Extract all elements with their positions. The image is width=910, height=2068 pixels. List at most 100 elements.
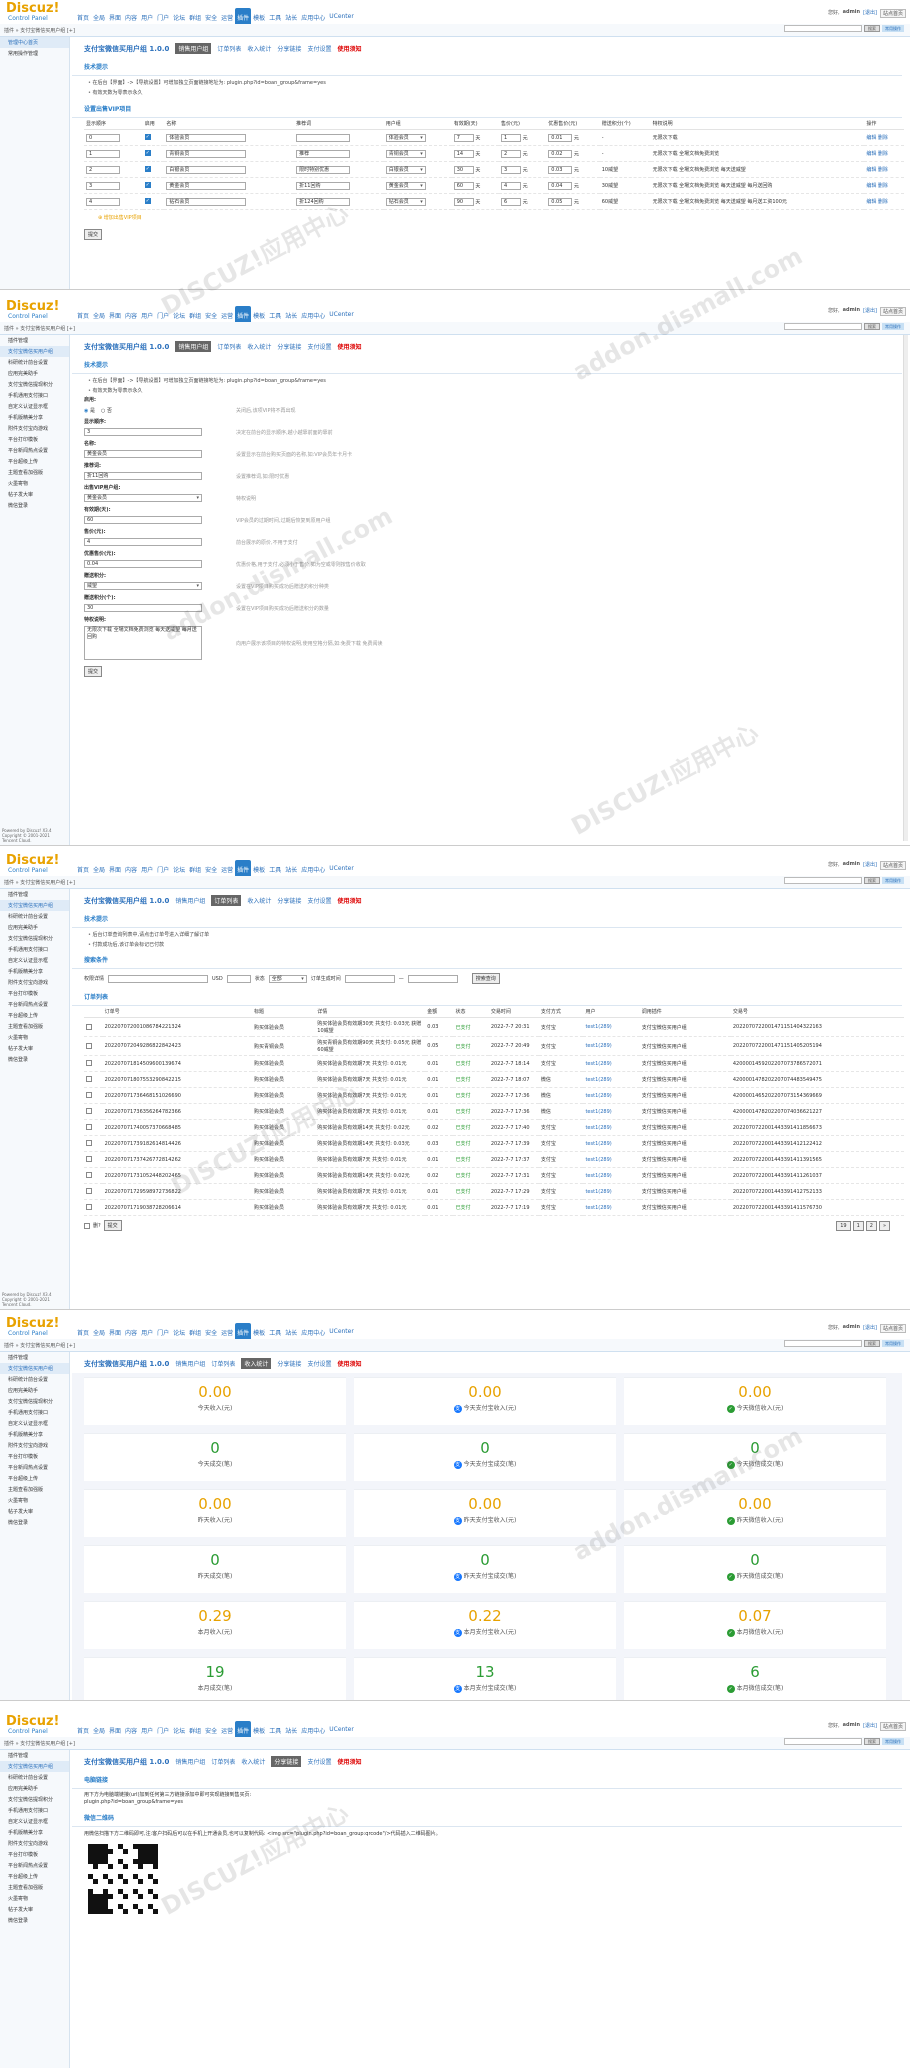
site-home-button[interactable]: 站点首页	[879, 9, 906, 18]
nav-item-9[interactable]: 运营	[219, 306, 235, 322]
discuz-logo[interactable]: Discuz! Control Panel	[6, 1715, 59, 1735]
common-ops-button[interactable]: 常用操作	[882, 25, 904, 32]
tab-3[interactable]: 分享链接	[277, 896, 301, 905]
sidebar-item[interactable]: 火墨寄物	[0, 1495, 69, 1506]
sidebar-item[interactable]: 平台新闻热点设置	[0, 1462, 69, 1473]
order-user[interactable]: test1(289)	[585, 1173, 611, 1179]
sale-price-input[interactable]: 0.04	[548, 181, 573, 190]
order-user[interactable]: test1(289)	[585, 1043, 611, 1049]
order-input[interactable]: 4	[86, 197, 120, 206]
nav-item-10[interactable]: 插件	[235, 1323, 252, 1339]
tab-0[interactable]: 销售用户组	[175, 896, 205, 905]
order-user[interactable]: test1(289)	[585, 1125, 611, 1131]
nav-item-2[interactable]: 界面	[107, 1721, 123, 1737]
date-from-input[interactable]	[344, 974, 395, 983]
tab-5[interactable]: 使用须知	[337, 896, 361, 905]
nav-item-7[interactable]: 群组	[187, 306, 203, 322]
tab-1[interactable]: 订单列表	[211, 895, 242, 906]
edit-link[interactable]: 编辑	[866, 167, 876, 173]
sidebar-item[interactable]: 支付宝微信提现积分	[0, 379, 69, 390]
nav-item-1[interactable]: 全局	[91, 8, 107, 24]
nav-item-8[interactable]: 安全	[203, 306, 219, 322]
enabled-checkbox[interactable]: ✓	[144, 198, 151, 205]
name-input[interactable]: 白银会员	[166, 165, 247, 174]
tab-2[interactable]: 收入统计	[247, 342, 271, 351]
submit-button[interactable]: 提交	[84, 666, 103, 677]
tab-1[interactable]: 订单列表	[211, 1359, 235, 1368]
recommend-input[interactable]: 推荐	[296, 149, 351, 158]
nav-item-1[interactable]: 全局	[91, 1721, 107, 1737]
sidebar-item[interactable]: 手机版精美分享	[0, 1429, 69, 1440]
row-checkbox[interactable]	[86, 1140, 92, 1147]
tab-1[interactable]: 订单列表	[217, 44, 241, 53]
nav-item-0[interactable]: 首页	[75, 1323, 91, 1339]
nav-item-5[interactable]: 门户	[155, 306, 171, 322]
sidebar-item[interactable]: 火墨寄物	[0, 1893, 69, 1904]
tab-1[interactable]: 订单列表	[217, 342, 241, 351]
sidebar-item[interactable]: 附件支付宝向游戏	[0, 977, 69, 988]
enabled-checkbox[interactable]: ✓	[144, 166, 151, 173]
page-link[interactable]: 2	[865, 1220, 877, 1231]
row-checkbox[interactable]	[86, 1108, 92, 1115]
search-button[interactable]: 搜索	[864, 25, 880, 32]
sidebar-item[interactable]: 帖子发大审	[0, 1043, 69, 1054]
tab-2[interactable]: 收入统计	[247, 896, 271, 905]
nav-item-10[interactable]: 插件	[235, 1721, 252, 1737]
order-user[interactable]: test1(289)	[585, 1189, 611, 1195]
nav-item-12[interactable]: 工具	[267, 1721, 283, 1737]
nav-item-13[interactable]: 站长	[283, 860, 299, 876]
edit-link[interactable]: 编辑	[866, 199, 876, 205]
group-select[interactable]: 黄金会员	[385, 181, 426, 190]
sidebar-item[interactable]: 手机版精美分享	[0, 1827, 69, 1838]
tab-5[interactable]: 使用须知	[337, 1359, 361, 1368]
sale-price-input[interactable]: 0.03	[548, 165, 573, 174]
nav-item-1[interactable]: 全局	[91, 306, 107, 322]
name-input[interactable]: 黄金会员	[166, 181, 247, 190]
row-checkbox[interactable]	[86, 1204, 92, 1211]
name-input[interactable]: 体验会员	[166, 133, 247, 142]
nav-item-14[interactable]: 应用中心	[299, 1323, 327, 1339]
nav-item-7[interactable]: 群组	[187, 1721, 203, 1737]
nav-item-15[interactable]: UCenter	[327, 1721, 356, 1737]
date-to-input[interactable]	[407, 974, 458, 983]
nav-item-14[interactable]: 应用中心	[299, 8, 327, 24]
scrollbar[interactable]	[903, 335, 908, 841]
group-select[interactable]: 青铜会员	[385, 149, 426, 158]
recommend-input[interactable]: 折124回购	[296, 197, 351, 206]
sidebar-item[interactable]: 手机版精美分享	[0, 412, 69, 423]
row-checkbox[interactable]	[86, 1188, 92, 1195]
nav-item-0[interactable]: 首页	[75, 8, 91, 24]
nav-item-4[interactable]: 用户	[139, 306, 155, 322]
sidebar-item[interactable]: 帖子发大审	[0, 489, 69, 500]
nav-item-13[interactable]: 站长	[283, 1323, 299, 1339]
field-input[interactable]: 0.04	[84, 560, 202, 568]
nav-item-2[interactable]: 界面	[107, 860, 123, 876]
sidebar-item[interactable]: 主题查看加强版	[0, 1021, 69, 1032]
row-checkbox[interactable]	[86, 1060, 92, 1067]
status-filter-select[interactable]: 全部	[268, 974, 307, 983]
nav-item-7[interactable]: 群组	[187, 860, 203, 876]
sidebar-item[interactable]: 附件支付宝向游戏	[0, 1838, 69, 1849]
order-user[interactable]: test1(289)	[585, 1141, 611, 1147]
sidebar-item[interactable]: 支付宝微信提现积分	[0, 933, 69, 944]
tab-0[interactable]: 销售用户组	[175, 43, 212, 54]
sidebar-item[interactable]: 帖子发大审	[0, 1506, 69, 1517]
field-input[interactable]: 折11回购	[84, 472, 202, 480]
sidebar-item[interactable]: 支付宝微信买用户组	[0, 900, 69, 911]
submit-button[interactable]: 提交	[84, 229, 103, 240]
nav-item-9[interactable]: 运营	[219, 1323, 235, 1339]
name-input[interactable]: 钻石会员	[166, 197, 247, 206]
tab-1[interactable]: 订单列表	[211, 1757, 235, 1766]
sidebar-item[interactable]: 微信登录	[0, 1054, 69, 1065]
nav-item-1[interactable]: 全局	[91, 860, 107, 876]
search-input[interactable]	[784, 1738, 862, 1745]
sidebar-item[interactable]: 科研统计前台设置	[0, 911, 69, 922]
nav-item-8[interactable]: 安全	[203, 1721, 219, 1737]
delete-link[interactable]: 删除	[878, 151, 888, 157]
sidebar-item[interactable]: 平台打印模板	[0, 988, 69, 999]
edit-link[interactable]: 编辑	[866, 135, 876, 141]
enabled-checkbox[interactable]: ✓	[144, 150, 151, 157]
tab-5[interactable]: 使用须知	[337, 342, 361, 351]
nav-item-12[interactable]: 工具	[267, 1323, 283, 1339]
field-input[interactable]: 黄金会员	[84, 450, 202, 458]
